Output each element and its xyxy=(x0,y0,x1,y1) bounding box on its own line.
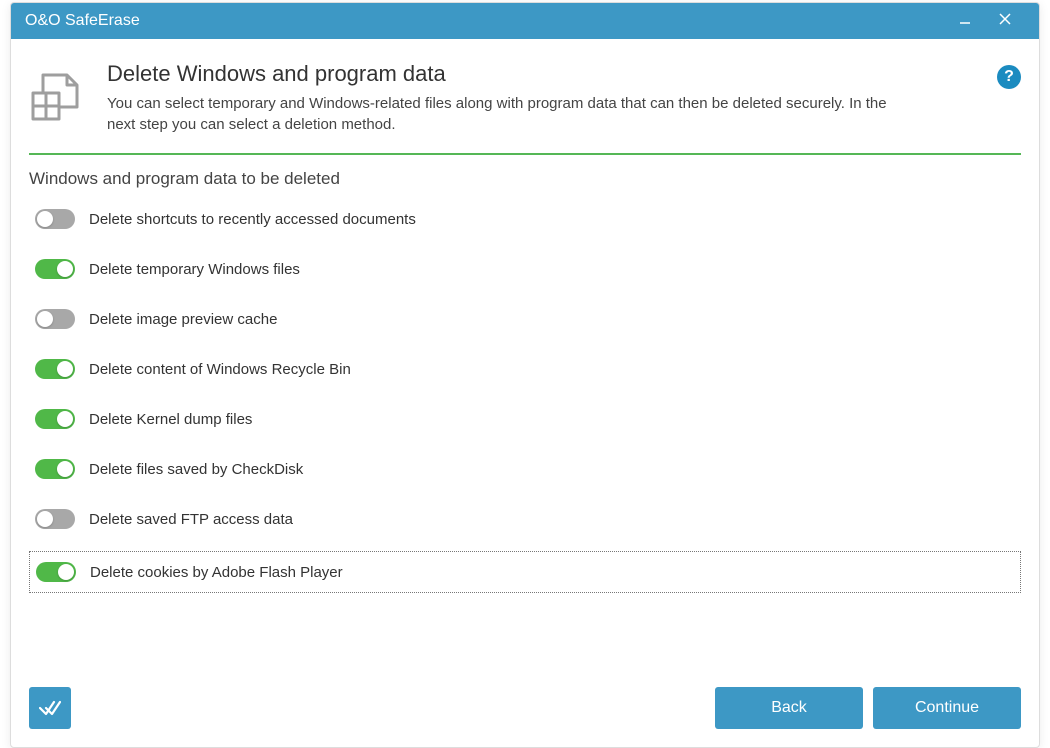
option-label: Delete saved FTP access data xyxy=(89,511,293,528)
toggle-knob xyxy=(37,211,53,227)
page-icon xyxy=(29,65,89,130)
window-title: O&O SafeErase xyxy=(25,12,945,30)
header-text: Delete Windows and program data You can … xyxy=(107,61,997,135)
option-row: Delete temporary Windows files xyxy=(29,251,1021,287)
page-description: You can select temporary and Windows-rel… xyxy=(107,93,907,135)
minimize-button[interactable] xyxy=(945,3,985,39)
page-body: Delete Windows and program data You can … xyxy=(11,39,1039,747)
option-toggle[interactable] xyxy=(35,409,75,429)
option-toggle[interactable] xyxy=(35,459,75,479)
option-label: Delete files saved by CheckDisk xyxy=(89,461,303,478)
toggle-knob xyxy=(57,411,73,427)
option-label: Delete temporary Windows files xyxy=(89,261,300,278)
toggle-knob xyxy=(57,361,73,377)
titlebar: O&O SafeErase xyxy=(11,3,1039,39)
option-toggle[interactable] xyxy=(35,359,75,379)
toggle-knob xyxy=(57,261,73,277)
page-title: Delete Windows and program data xyxy=(107,61,997,87)
option-label: Delete cookies by Adobe Flash Player xyxy=(90,564,343,581)
toggle-knob xyxy=(57,461,73,477)
options-list: Delete shortcuts to recently accessed do… xyxy=(29,201,1021,593)
continue-button[interactable]: Continue xyxy=(873,687,1021,729)
option-toggle[interactable] xyxy=(35,209,75,229)
option-row: Delete cookies by Adobe Flash Player xyxy=(29,551,1021,593)
option-row: Delete files saved by CheckDisk xyxy=(29,451,1021,487)
section-title: Windows and program data to be deleted xyxy=(29,169,1021,189)
option-label: Delete Kernel dump files xyxy=(89,411,252,428)
toggle-knob xyxy=(58,564,74,580)
page-header: Delete Windows and program data You can … xyxy=(29,39,1021,155)
option-row: Delete Kernel dump files xyxy=(29,401,1021,437)
option-row: Delete shortcuts to recently accessed do… xyxy=(29,201,1021,237)
option-row: Delete saved FTP access data xyxy=(29,501,1021,537)
toggle-knob xyxy=(37,311,53,327)
option-toggle[interactable] xyxy=(35,259,75,279)
option-label: Delete content of Windows Recycle Bin xyxy=(89,361,351,378)
select-all-button[interactable] xyxy=(29,687,71,729)
option-label: Delete image preview cache xyxy=(89,311,277,328)
option-toggle[interactable] xyxy=(36,562,76,582)
toggle-knob xyxy=(37,511,53,527)
option-toggle[interactable] xyxy=(35,309,75,329)
app-window: O&O SafeErase Delete xyxy=(10,2,1040,748)
back-button[interactable]: Back xyxy=(715,687,863,729)
help-icon[interactable]: ? xyxy=(997,65,1021,89)
option-toggle[interactable] xyxy=(35,509,75,529)
option-row: Delete content of Windows Recycle Bin xyxy=(29,351,1021,387)
option-label: Delete shortcuts to recently accessed do… xyxy=(89,211,416,228)
option-row: Delete image preview cache xyxy=(29,301,1021,337)
footer: Back Continue xyxy=(29,607,1021,729)
close-button[interactable] xyxy=(985,3,1025,39)
